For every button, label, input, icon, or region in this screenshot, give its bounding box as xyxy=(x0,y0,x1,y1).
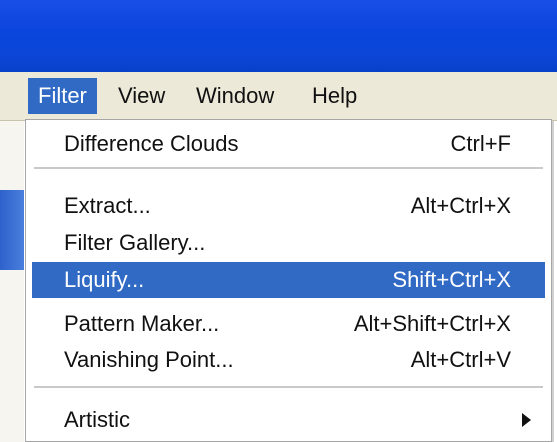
menu-item-filter-gallery[interactable]: Filter Gallery... xyxy=(32,225,545,261)
menu-item-label: Vanishing Point... xyxy=(64,347,234,372)
menu-help[interactable]: Help xyxy=(302,78,367,114)
menu-window[interactable]: Window xyxy=(186,78,284,114)
menu-item-label: Pattern Maker... xyxy=(64,311,220,336)
background-selection-strip xyxy=(0,190,24,270)
menu-item-difference-clouds[interactable]: Difference Clouds Ctrl+F xyxy=(32,126,545,162)
menu-item-pattern-maker[interactable]: Pattern Maker... Alt+Shift+Ctrl+X xyxy=(32,306,545,342)
filter-dropdown-menu: Difference Clouds Ctrl+F Extract... Alt+… xyxy=(25,119,552,442)
menu-item-shortcut: Ctrl+F xyxy=(450,131,512,156)
submenu-arrow-icon xyxy=(522,413,531,427)
menu-item-label: Filter Gallery... xyxy=(64,230,206,255)
menu-filter[interactable]: Filter xyxy=(28,78,97,114)
menu-item-shortcut: Alt+Ctrl+X xyxy=(410,193,511,218)
menu-item-artistic[interactable]: Artistic xyxy=(32,402,545,438)
app-root: Filter View Window Help Difference Cloud… xyxy=(0,0,557,442)
menu-view[interactable]: View xyxy=(108,78,175,114)
background-panel xyxy=(0,121,24,442)
menu-item-liquify[interactable]: Liquify... Shift+Ctrl+X xyxy=(32,262,545,298)
menu-item-shortcut: Alt+Shift+Ctrl+X xyxy=(353,311,511,336)
menu-item-vanishing-point[interactable]: Vanishing Point... Alt+Ctrl+V xyxy=(32,342,545,378)
menu-item-label: Liquify... xyxy=(64,267,145,292)
menu-item-label: Extract... xyxy=(64,193,151,218)
menu-item-shortcut: Shift+Ctrl+X xyxy=(392,267,511,292)
menu-separator xyxy=(34,386,543,388)
menu-item-shortcut: Alt+Ctrl+V xyxy=(410,347,511,372)
window-titlebar xyxy=(0,0,557,72)
menu-item-extract[interactable]: Extract... Alt+Ctrl+X xyxy=(32,188,545,224)
menu-item-label: Artistic xyxy=(64,407,130,432)
menu-item-label: Difference Clouds xyxy=(64,131,239,156)
menu-bar: Filter View Window Help xyxy=(0,72,557,121)
menu-separator xyxy=(34,167,543,169)
